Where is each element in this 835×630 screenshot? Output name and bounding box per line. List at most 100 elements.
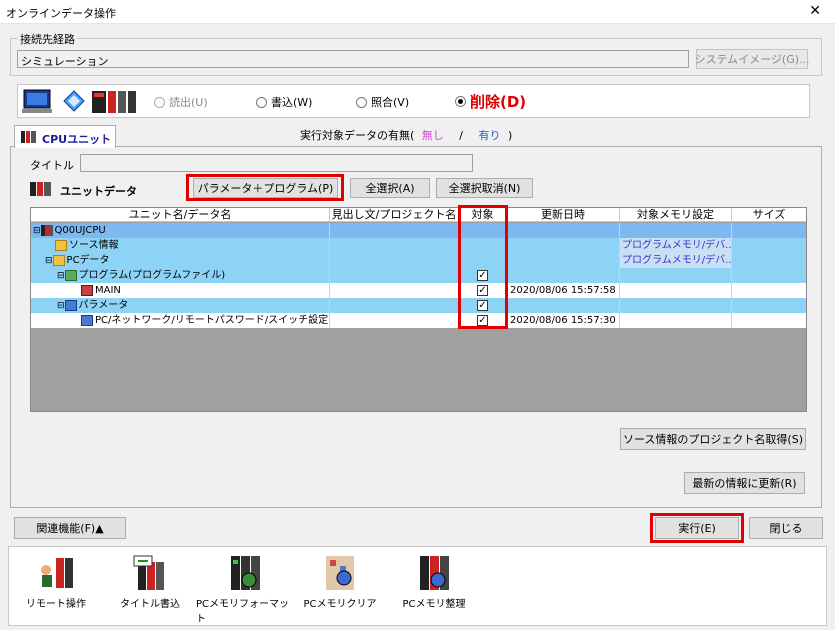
- parameter-setting-icon: [81, 314, 93, 326]
- window-title: オンラインデータ操作: [6, 7, 116, 20]
- header-memory: 対象メモリ設定: [620, 208, 732, 222]
- tab-cpu-unit[interactable]: CPUユニット: [14, 125, 116, 148]
- table-row[interactable]: PC/ネットワーク/リモートパスワード/スイッチ設定 ✓ 2020/08/06 …: [31, 313, 806, 328]
- row-date: [507, 238, 620, 253]
- row-heading: [330, 298, 459, 313]
- write-radio-circle: [256, 96, 267, 108]
- remote-operation-icon: [41, 558, 73, 588]
- row-name: Q00UJCPU: [54, 225, 106, 236]
- presence-prefix: 実行対象データの有無(: [300, 129, 415, 142]
- row-heading: [330, 283, 459, 298]
- program-folder-icon: [64, 269, 77, 281]
- table-row[interactable]: ⊟ PCデータ プログラムメモリ/デバ...: [31, 253, 806, 268]
- row-heading: [330, 313, 459, 328]
- tree-node: ⊟ Q00UJCPU: [33, 223, 106, 238]
- tree-node: ⊟ パラメータ: [57, 298, 128, 313]
- tab-cpu-unit-label: CPUユニット: [42, 133, 112, 146]
- row-name: パラメータ: [78, 300, 129, 311]
- row-heading: [330, 253, 459, 268]
- row-size: [732, 268, 806, 283]
- write-radio[interactable]: 書込(W): [256, 94, 312, 110]
- row-size: [732, 298, 806, 313]
- close-button[interactable]: 閉じる: [749, 517, 823, 539]
- toolbar-label: リモート操作: [26, 599, 86, 610]
- row-name-cell: ⊟ PCデータ: [31, 253, 330, 268]
- toolbar-item-pc-memory-arrange[interactable]: PCメモリ整理: [392, 552, 476, 610]
- route-group-label: 接続先経路: [18, 31, 77, 47]
- presence-sep: /: [459, 129, 464, 142]
- header-size: サイズ: [732, 208, 806, 222]
- row-name-cell: ⊟ Q00UJCPU: [31, 223, 330, 238]
- presence-text: 実行対象データの有無( 無し / 有り ): [300, 127, 512, 143]
- toolbar-label: タイトル書込: [120, 599, 180, 610]
- route-field: シミュレーション: [17, 50, 689, 68]
- row-name: MAIN: [95, 285, 121, 296]
- row-memory: [620, 223, 732, 238]
- execute-highlight: [650, 513, 744, 543]
- header-heading: 見出し文/プロジェクト名: [330, 208, 459, 222]
- toolbar-item-pc-memory-format[interactable]: PCメモリフォーマット: [196, 552, 294, 625]
- refresh-button[interactable]: 最新の情報に更新(R): [684, 472, 805, 494]
- cpu-icon: [40, 224, 53, 236]
- row-memory: [620, 313, 732, 328]
- read-radio-circle: [154, 96, 165, 108]
- table-row[interactable]: ⊟ Q00UJCPU: [31, 223, 806, 238]
- row-memory: [620, 298, 732, 313]
- table-row[interactable]: ⊟ プログラム(プログラムファイル) ✓: [31, 268, 806, 283]
- cpu-unit-tab-icon: [21, 131, 36, 143]
- row-date: 2020/08/06 15:57:30: [507, 313, 620, 328]
- title-bar: オンラインデータ操作 ✕: [0, 0, 835, 24]
- deselect-all-button[interactable]: 全選択取消(N): [436, 178, 533, 198]
- tree-node: ソース情報: [55, 238, 119, 253]
- table-row[interactable]: ソース情報 プログラムメモリ/デバ...: [31, 238, 806, 253]
- row-date: [507, 223, 620, 238]
- pc-memory-format-icon: [231, 556, 260, 590]
- verify-radio[interactable]: 照合(V): [356, 94, 409, 110]
- get-project-name-button[interactable]: ソース情報のプロジェクト名取得(S): [620, 428, 806, 450]
- table-row[interactable]: ⊟ パラメータ ✓: [31, 298, 806, 313]
- table-row[interactable]: MAIN ✓ 2020/08/06 15:57:58: [31, 283, 806, 298]
- tree-node: MAIN: [81, 283, 121, 298]
- select-all-button[interactable]: 全選択(A): [350, 178, 430, 198]
- row-size: [732, 223, 806, 238]
- row-size: [732, 253, 806, 268]
- read-radio[interactable]: 読出(U): [154, 94, 208, 110]
- row-date: [507, 298, 620, 313]
- row-size: [732, 238, 806, 253]
- toolbar-item-remote-operation[interactable]: リモート操作: [20, 552, 92, 610]
- row-name-cell: ⊟ パラメータ: [31, 298, 330, 313]
- delete-radio-circle: [455, 96, 466, 107]
- related-functions-button[interactable]: 関連機能(F)▲: [14, 517, 126, 539]
- title-input[interactable]: [80, 154, 473, 172]
- toolbar-item-pc-memory-clear[interactable]: PCメモリクリア: [300, 552, 380, 610]
- tree-node: ⊟ プログラム(プログラムファイル): [57, 268, 225, 283]
- collapse-icon: ⊟: [57, 271, 65, 281]
- verify-radio-label: 照合(V): [371, 96, 410, 109]
- window-close-button[interactable]: ✕: [809, 3, 821, 19]
- system-image-button[interactable]: システムイメージ(G)...: [694, 49, 810, 69]
- write-radio-label: 書込(W): [271, 96, 313, 109]
- row-date: [507, 268, 620, 283]
- pc-memory-clear-icon: [326, 556, 354, 590]
- toolbar-label: PCメモリフォーマット: [196, 599, 290, 625]
- presence-yes: 有り: [478, 129, 501, 142]
- collapse-icon: ⊟: [45, 256, 53, 266]
- toolbar-item-title-write[interactable]: タイトル書込: [112, 552, 188, 610]
- header-date: 更新日時: [507, 208, 620, 222]
- row-size: [732, 313, 806, 328]
- folder-icon: [55, 239, 67, 251]
- row-heading: [330, 238, 459, 253]
- delete-radio[interactable]: 削除(D): [455, 91, 526, 112]
- row-name: プログラム(プログラムファイル): [78, 270, 226, 281]
- unit-data-label: ユニットデータ: [60, 185, 137, 198]
- row-memory: プログラムメモリ/デバ...: [620, 253, 732, 268]
- collapse-icon: ⊟: [57, 301, 65, 311]
- route-value: シミュレーション: [21, 55, 109, 68]
- row-memory: プログラムメモリ/デバ...: [620, 238, 732, 253]
- folder-icon: [52, 254, 65, 266]
- row-name: PC/ネットワーク/リモートパスワード/スイッチ設定: [95, 315, 329, 326]
- verify-radio-circle: [356, 96, 367, 108]
- tree-node: ⊟ PCデータ: [45, 253, 110, 268]
- row-name-cell: ソース情報: [31, 238, 330, 253]
- row-heading: [330, 223, 459, 238]
